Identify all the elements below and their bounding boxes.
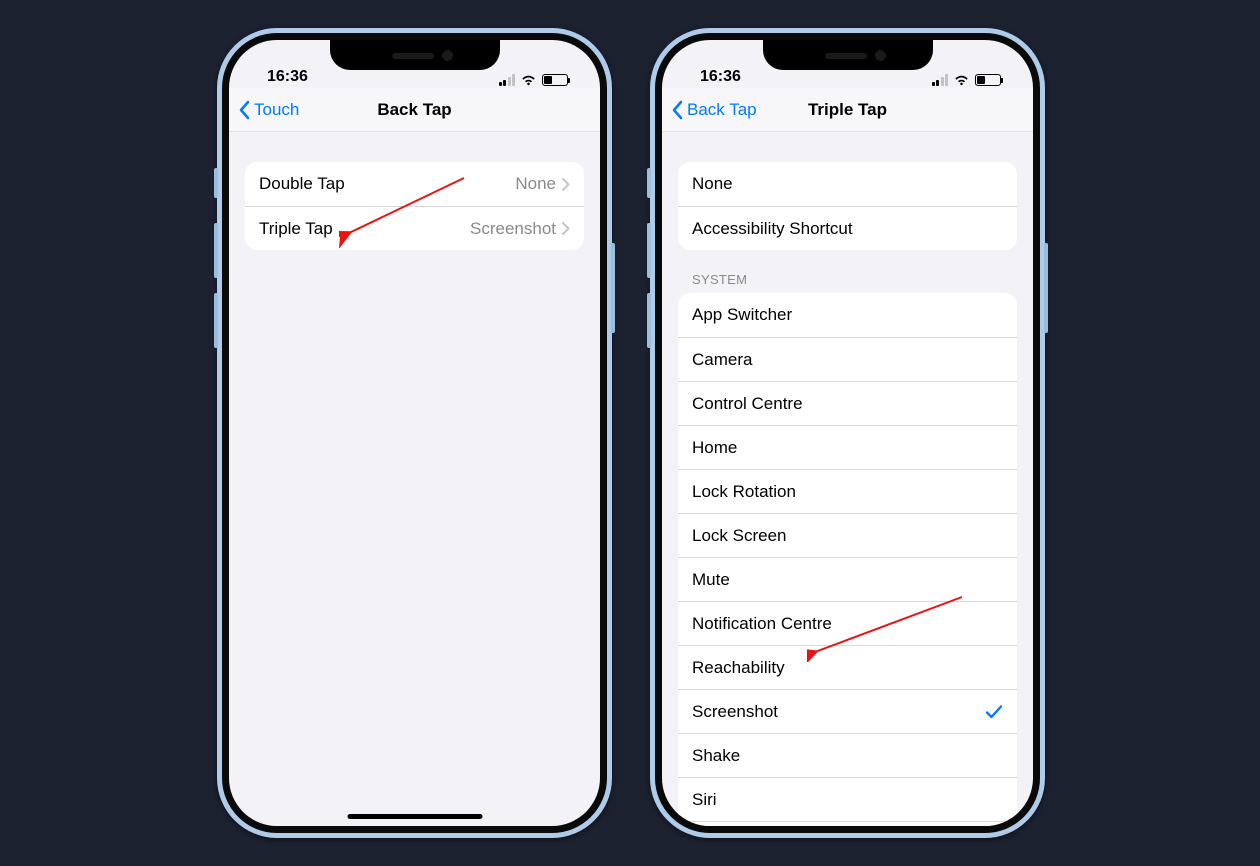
wifi-icon — [520, 74, 537, 86]
battery-icon — [542, 74, 568, 86]
screen-back-tap: 16:36 Touch Back Tap — [229, 40, 600, 826]
back-label: Back Tap — [687, 100, 757, 120]
notch — [330, 40, 500, 70]
row-label: Triple Tap — [259, 219, 333, 239]
row-reachability[interactable]: Reachability — [678, 645, 1017, 689]
row-value: None — [515, 174, 556, 194]
chevron-right-icon — [562, 178, 570, 191]
silent-switch — [647, 168, 651, 198]
back-label: Touch — [254, 100, 299, 120]
row-siri[interactable]: Siri — [678, 777, 1017, 821]
row-label: Shake — [692, 746, 740, 766]
silent-switch — [214, 168, 218, 198]
chevron-right-icon — [562, 222, 570, 235]
volume-up-button — [647, 223, 651, 278]
row-label: Notification Centre — [692, 614, 832, 634]
nav-bar: Touch Back Tap — [229, 88, 600, 132]
row-label: Lock Screen — [692, 526, 787, 546]
volume-up-button — [214, 223, 218, 278]
row-label: Double Tap — [259, 174, 345, 194]
row-app-switcher[interactable]: App Switcher — [678, 293, 1017, 337]
system-group: App Switcher Camera Control Centre Home … — [678, 293, 1017, 826]
row-lock-rotation[interactable]: Lock Rotation — [678, 469, 1017, 513]
volume-down-button — [214, 293, 218, 348]
status-time: 16:36 — [690, 68, 741, 86]
wifi-icon — [953, 74, 970, 86]
row-mute[interactable]: Mute — [678, 557, 1017, 601]
row-label: Home — [692, 438, 737, 458]
row-label: Reachability — [692, 658, 785, 678]
notch — [763, 40, 933, 70]
options-group: Double Tap None Triple Tap Screenshot — [245, 162, 584, 250]
chevron-left-icon — [670, 100, 684, 120]
row-triple-tap[interactable]: Triple Tap Screenshot — [245, 206, 584, 250]
home-indicator[interactable] — [347, 814, 482, 819]
status-time: 16:36 — [257, 68, 308, 86]
power-button — [1044, 243, 1048, 333]
volume-down-button — [647, 293, 651, 348]
chevron-left-icon — [237, 100, 251, 120]
row-label: Mute — [692, 570, 730, 590]
section-header-system: System — [692, 272, 1003, 287]
row-value: Screenshot — [470, 219, 556, 239]
back-button[interactable]: Back Tap — [670, 88, 757, 131]
checkmark-icon — [985, 704, 1003, 720]
row-label: Screenshot — [692, 702, 778, 722]
back-button[interactable]: Touch — [237, 88, 299, 131]
phone-right-mockup: 16:36 Back Tap Triple Tap — [650, 28, 1045, 838]
row-label: Lock Rotation — [692, 482, 796, 502]
row-label: Camera — [692, 350, 752, 370]
nav-bar: Back Tap Triple Tap — [662, 88, 1033, 132]
screen-triple-tap: 16:36 Back Tap Triple Tap — [662, 40, 1033, 826]
row-label: Control Centre — [692, 394, 803, 414]
row-label: None — [692, 174, 733, 194]
row-accessibility-shortcut[interactable]: Accessibility Shortcut — [678, 206, 1017, 250]
row-label: Accessibility Shortcut — [692, 219, 853, 239]
phone-left-mockup: 16:36 Touch Back Tap — [217, 28, 612, 838]
row-shake[interactable]: Shake — [678, 733, 1017, 777]
cellular-signal-icon — [932, 74, 949, 86]
row-lock-screen[interactable]: Lock Screen — [678, 513, 1017, 557]
top-group: None Accessibility Shortcut — [678, 162, 1017, 250]
cellular-signal-icon — [499, 74, 516, 86]
row-label: App Switcher — [692, 305, 792, 325]
row-spotlight[interactable]: Spotlight — [678, 821, 1017, 826]
row-notification-centre[interactable]: Notification Centre — [678, 601, 1017, 645]
battery-icon — [975, 74, 1001, 86]
row-control-centre[interactable]: Control Centre — [678, 381, 1017, 425]
row-label: Siri — [692, 790, 717, 810]
row-camera[interactable]: Camera — [678, 337, 1017, 381]
row-screenshot[interactable]: Screenshot — [678, 689, 1017, 733]
row-none[interactable]: None — [678, 162, 1017, 206]
row-double-tap[interactable]: Double Tap None — [245, 162, 584, 206]
power-button — [611, 243, 615, 333]
row-home[interactable]: Home — [678, 425, 1017, 469]
